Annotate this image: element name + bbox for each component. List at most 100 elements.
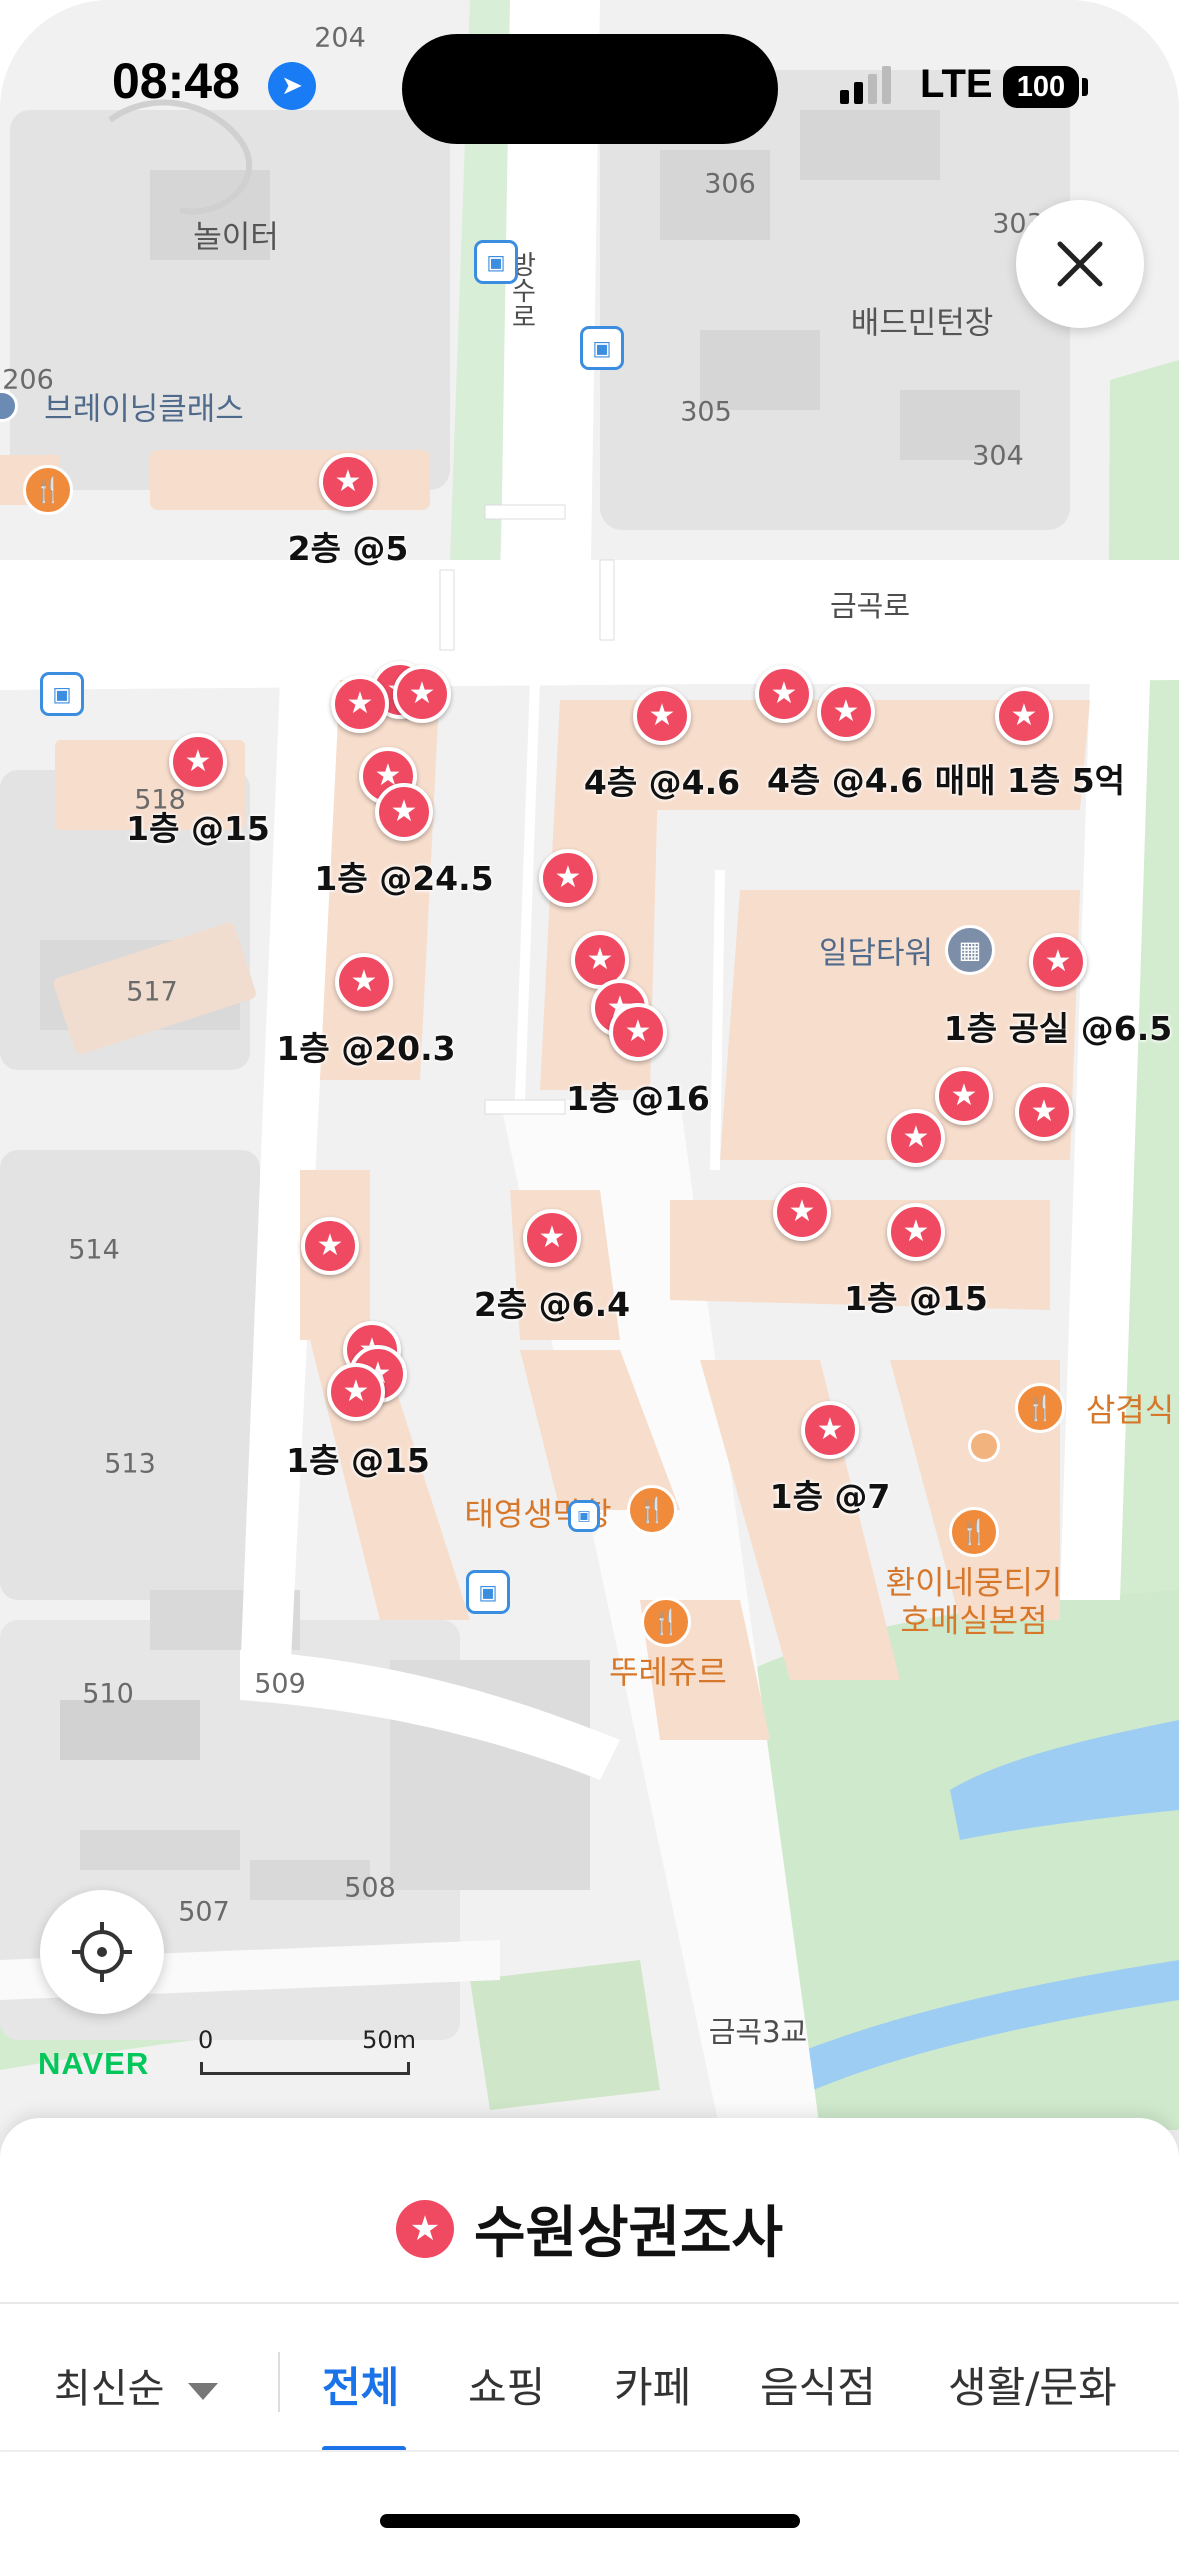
road-label: 금곡로 (829, 589, 911, 623)
location-arrow-icon: ➤ (268, 62, 316, 110)
fork-knife-icon[interactable]: 🍴 (627, 1485, 677, 1535)
status-bar: 08:48 ➤ LTE 100 (0, 0, 1179, 170)
star-icon[interactable]: ★ (301, 1217, 359, 1275)
block-number: 304 (972, 440, 1024, 472)
star-icon[interactable]: ★ (887, 1203, 945, 1261)
block-number: 514 (68, 1234, 120, 1266)
fork-knife-icon[interactable]: 🍴 (641, 1597, 691, 1647)
listing-label[interactable]: 1층 @24.5 (314, 852, 493, 900)
place-label: 놀이터 (193, 219, 279, 256)
tab-restaurant[interactable]: 음식점 (760, 2354, 876, 2415)
restaurant-label[interactable]: 뚜레쥬르 (609, 1647, 727, 1693)
naver-logo: NAVER (38, 2046, 150, 2081)
star-icon[interactable]: ★ (1015, 1083, 1073, 1141)
block-number: 509 (254, 1668, 306, 1700)
sheet-title: ★ 수원상권조사 (0, 2188, 1179, 2269)
building-icon[interactable]: ▦ (945, 925, 995, 975)
crosshair-icon (72, 1922, 132, 1982)
listing-label[interactable]: 4층 @4.6 매매 1층 5억 (767, 754, 1125, 802)
divider (0, 2450, 1179, 2452)
star-icon[interactable]: ★ (1029, 933, 1087, 991)
star-icon[interactable]: ★ (327, 1363, 385, 1421)
status-time: 08:48 (112, 53, 240, 109)
tab-shopping[interactable]: 쇼핑 (468, 2354, 545, 2415)
star-icon[interactable]: ★ (817, 683, 875, 741)
restaurant-label[interactable]: 환이네뭉티기 호매실본점 (886, 1564, 1063, 1641)
signal-icon (840, 66, 896, 104)
star-icon[interactable]: ★ (801, 1401, 859, 1459)
sort-dropdown[interactable]: 최신순 (54, 2356, 219, 2414)
block-number: 508 (344, 1872, 396, 1904)
star-icon[interactable]: ★ (169, 733, 227, 791)
phone-screen: 204 306 303 305 304 206 518 517 514 513 … (0, 0, 1179, 2556)
divider (0, 2302, 1179, 2304)
fork-knife-icon[interactable]: 🍴 (1015, 1383, 1065, 1433)
block-number: 507 (178, 1896, 230, 1928)
sort-label: 최신순 (54, 2366, 165, 2412)
dynamic-island (402, 34, 778, 144)
fork-knife-icon[interactable]: 🍴 (23, 465, 73, 515)
listing-label[interactable]: 2층 @6.4 (474, 1278, 630, 1326)
map-background (0, 0, 1179, 2130)
battery-icon: 100 (1003, 66, 1079, 108)
fork-knife-icon[interactable]: 🍴 (949, 1507, 999, 1557)
tab-all[interactable]: 전체 (322, 2354, 399, 2415)
bus-stop-icon[interactable]: ▣ (580, 326, 624, 370)
map[interactable]: 204 306 303 305 304 206 518 517 514 513 … (0, 0, 1179, 2130)
tab-cafe[interactable]: 카페 (614, 2354, 691, 2415)
place-label[interactable]: 브레이닝클래스 (44, 384, 244, 429)
bus-stop-icon[interactable]: ▣ (466, 1570, 510, 1614)
restaurant-label[interactable]: 삼겹식 (1086, 1385, 1174, 1431)
star-icon[interactable]: ★ (935, 1067, 993, 1125)
star-icon: ★ (395, 2199, 454, 2258)
block-number: 510 (82, 1678, 134, 1710)
star-icon[interactable]: ★ (539, 849, 597, 907)
listing-label[interactable]: 4층 @4.6 (584, 756, 740, 804)
list-title: 수원상권조사 (473, 2201, 784, 2266)
block-number: 305 (680, 396, 732, 428)
star-icon[interactable]: ★ (609, 1003, 667, 1061)
scale-zero: 0 (198, 2026, 214, 2054)
star-icon[interactable]: ★ (755, 665, 813, 723)
divider (278, 2352, 280, 2412)
listing-label[interactable]: 2층 @5 (288, 522, 409, 570)
star-icon[interactable]: ★ (319, 453, 377, 511)
bus-stop-icon[interactable]: ▣ (40, 672, 84, 716)
tab-life-culture[interactable]: 생활/문화 (948, 2354, 1117, 2415)
close-icon (1057, 241, 1103, 287)
listing-label[interactable]: 1층 @16 (566, 1072, 710, 1120)
listing-label[interactable]: 1층 @20.3 (276, 1022, 455, 1070)
bus-stop-icon[interactable]: ▣ (474, 240, 518, 284)
star-icon[interactable]: ★ (633, 687, 691, 745)
map-scale: 0 50m (196, 2026, 416, 2076)
listing-label[interactable]: 1층 공실 @6.5 (944, 1002, 1172, 1050)
battery-tip (1082, 78, 1088, 96)
block-number: 517 (126, 976, 178, 1008)
star-icon[interactable]: ★ (375, 783, 433, 841)
close-button[interactable] (1016, 200, 1144, 328)
star-icon[interactable]: ★ (995, 687, 1053, 745)
listing-label[interactable]: 1층 @15 (126, 802, 270, 850)
current-location-button[interactable] (40, 1890, 164, 2014)
block-number: 513 (104, 1448, 156, 1480)
star-icon[interactable]: ★ (773, 1183, 831, 1241)
place-label[interactable]: 일담타워 (819, 928, 933, 973)
network-type: LTE (920, 62, 993, 106)
listing-label[interactable]: 1층 @7 (770, 1470, 891, 1518)
bus-stop-icon[interactable]: ▣ (568, 1500, 600, 1532)
road-label: 금곡3교 (708, 2015, 808, 2049)
fork-knife-icon[interactable] (968, 1430, 1000, 1462)
bottom-sheet[interactable]: ★ 수원상권조사 최신순 전체 쇼핑 카페 음식점 생활/문화 (0, 2118, 1179, 2556)
listing-label[interactable]: 1층 @15 (844, 1272, 988, 1320)
star-icon[interactable]: ★ (523, 1209, 581, 1267)
star-icon[interactable]: ★ (335, 953, 393, 1011)
listing-label[interactable]: 1층 @15 (286, 1434, 430, 1482)
star-icon[interactable]: ★ (887, 1109, 945, 1167)
star-icon[interactable]: ★ (331, 675, 389, 733)
block-number: 306 (704, 168, 756, 200)
star-icon[interactable]: ★ (393, 665, 451, 723)
chevron-down-icon (188, 2382, 219, 2400)
place-label: 배드민턴장 (850, 305, 994, 342)
scale-distance: 50m (362, 2026, 416, 2054)
home-indicator[interactable] (380, 2514, 800, 2528)
